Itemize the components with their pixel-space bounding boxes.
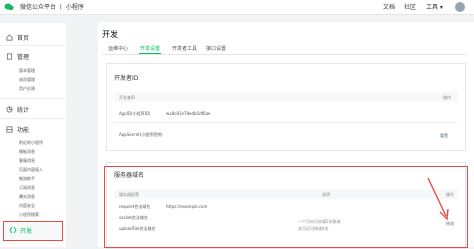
dev-id-header-row [114, 92, 458, 102]
stats-icon [6, 106, 13, 113]
features-icon [6, 126, 13, 133]
tab-ops[interactable]: 运维中心 [108, 45, 128, 52]
brand-title: 微信公众平台 丨 小程序 [20, 4, 84, 11]
modify-remaining-note: 本月还可修改4次 [298, 226, 329, 231]
sidebar-label-develop: 开发 [20, 228, 33, 235]
request-domain-label: request合法域名 [119, 204, 151, 209]
upload-domain-label: uploadFile合法域名 [119, 226, 156, 231]
server-col-desc: 说明 [322, 192, 330, 197]
highlight-box-server [104, 166, 468, 248]
tab-api-settings[interactable]: 接口设置 [206, 45, 226, 52]
wechat-logo-icon [4, 3, 14, 11]
sidebar-item-features[interactable]: 功能 [6, 125, 29, 134]
sidebar-item-version[interactable]: 版本管理 [19, 68, 35, 74]
sidebar-item-subscribe[interactable]: 订阅消息 [19, 185, 35, 191]
sidebar-item-template-msg[interactable]: 模板消息 [19, 149, 35, 155]
appid-value: wx8c81e78edb5df6ae [166, 111, 211, 116]
appsecret-reset-link[interactable]: 重置 [440, 133, 448, 139]
tab-dev-settings[interactable]: 开发设置 [140, 45, 160, 52]
sidebar-item-stats[interactable]: 统计 [6, 105, 29, 114]
server-header-row [114, 189, 458, 199]
dev-id-col-header: 开发者ID [119, 95, 136, 100]
tab-divider [102, 54, 466, 55]
sidebar-item-members[interactable]: 成员管理 [19, 77, 35, 83]
server-col-config: 服务器配置 [119, 192, 139, 197]
top-bar: 微信公众平台 丨 小程序 文档 社区 工具 ▾ [0, 0, 474, 15]
request-domain-value: https://example.com [166, 204, 208, 209]
document-icon [6, 53, 13, 60]
sidebar-item-page-content[interactable]: 页面内容接入 [19, 167, 43, 173]
sidebar-item-service-msg[interactable]: 客服消息 [19, 158, 35, 164]
row-divider [114, 122, 458, 123]
sidebar-divider [0, 118, 66, 119]
sidebar: 首页 管理 版本管理 成员管理 用户反馈 统计 功能 附近的小程序 模板消息 客… [0, 23, 66, 247]
sidebar-item-develop[interactable]: 开发 [3, 221, 63, 241]
top-link-tools[interactable]: 工具 ▾ [426, 2, 443, 11]
tab-active-indicator [139, 53, 161, 54]
appsecret-label: AppSecret(小程序密钥) [119, 132, 163, 137]
modify-quota-note: 一个月内可申请5次修改 [298, 219, 341, 224]
sidebar-label-home: 首页 [17, 35, 30, 42]
sidebar-item-nearby[interactable]: 附近的小程序 [19, 140, 43, 146]
dev-id-title: 开发者ID [114, 75, 139, 82]
sidebar-label-features: 功能 [17, 127, 30, 134]
sidebar-divider [0, 45, 66, 46]
tab-dev-tools[interactable]: 开发者工具 [172, 45, 197, 52]
sidebar-item-home[interactable]: 首页 [6, 33, 29, 42]
dev-id-col-action: 操作 [443, 95, 451, 100]
develop-icon [9, 226, 17, 234]
top-link-docs[interactable]: 文档 [383, 2, 395, 11]
socket-domain-label: socket合法域名 [119, 215, 148, 220]
sidebar-label-manage: 管理 [17, 54, 30, 61]
sidebar-item-search[interactable]: 小程序搜索 [19, 212, 39, 218]
sidebar-item-manage[interactable]: 管理 [6, 52, 29, 61]
sidebar-label-stats: 统计 [17, 107, 30, 114]
sidebar-item-content-safety[interactable]: 内容安全 [19, 203, 35, 209]
appid-label: AppID(小程序ID) [119, 111, 151, 116]
top-link-community[interactable]: 社区 [404, 2, 416, 11]
annotation-arrow-icon [427, 177, 449, 221]
page-title: 开发 [102, 30, 118, 39]
sidebar-divider [0, 98, 66, 99]
sidebar-item-logistics[interactable]: 物流助手 [19, 176, 35, 182]
avatar[interactable] [455, 2, 465, 12]
home-icon [6, 34, 13, 41]
sidebar-item-exposure[interactable]: 曝光消息 [19, 194, 35, 200]
sidebar-item-feedback[interactable]: 用户反馈 [19, 86, 35, 92]
server-domain-title: 服务器域名 [114, 172, 145, 179]
